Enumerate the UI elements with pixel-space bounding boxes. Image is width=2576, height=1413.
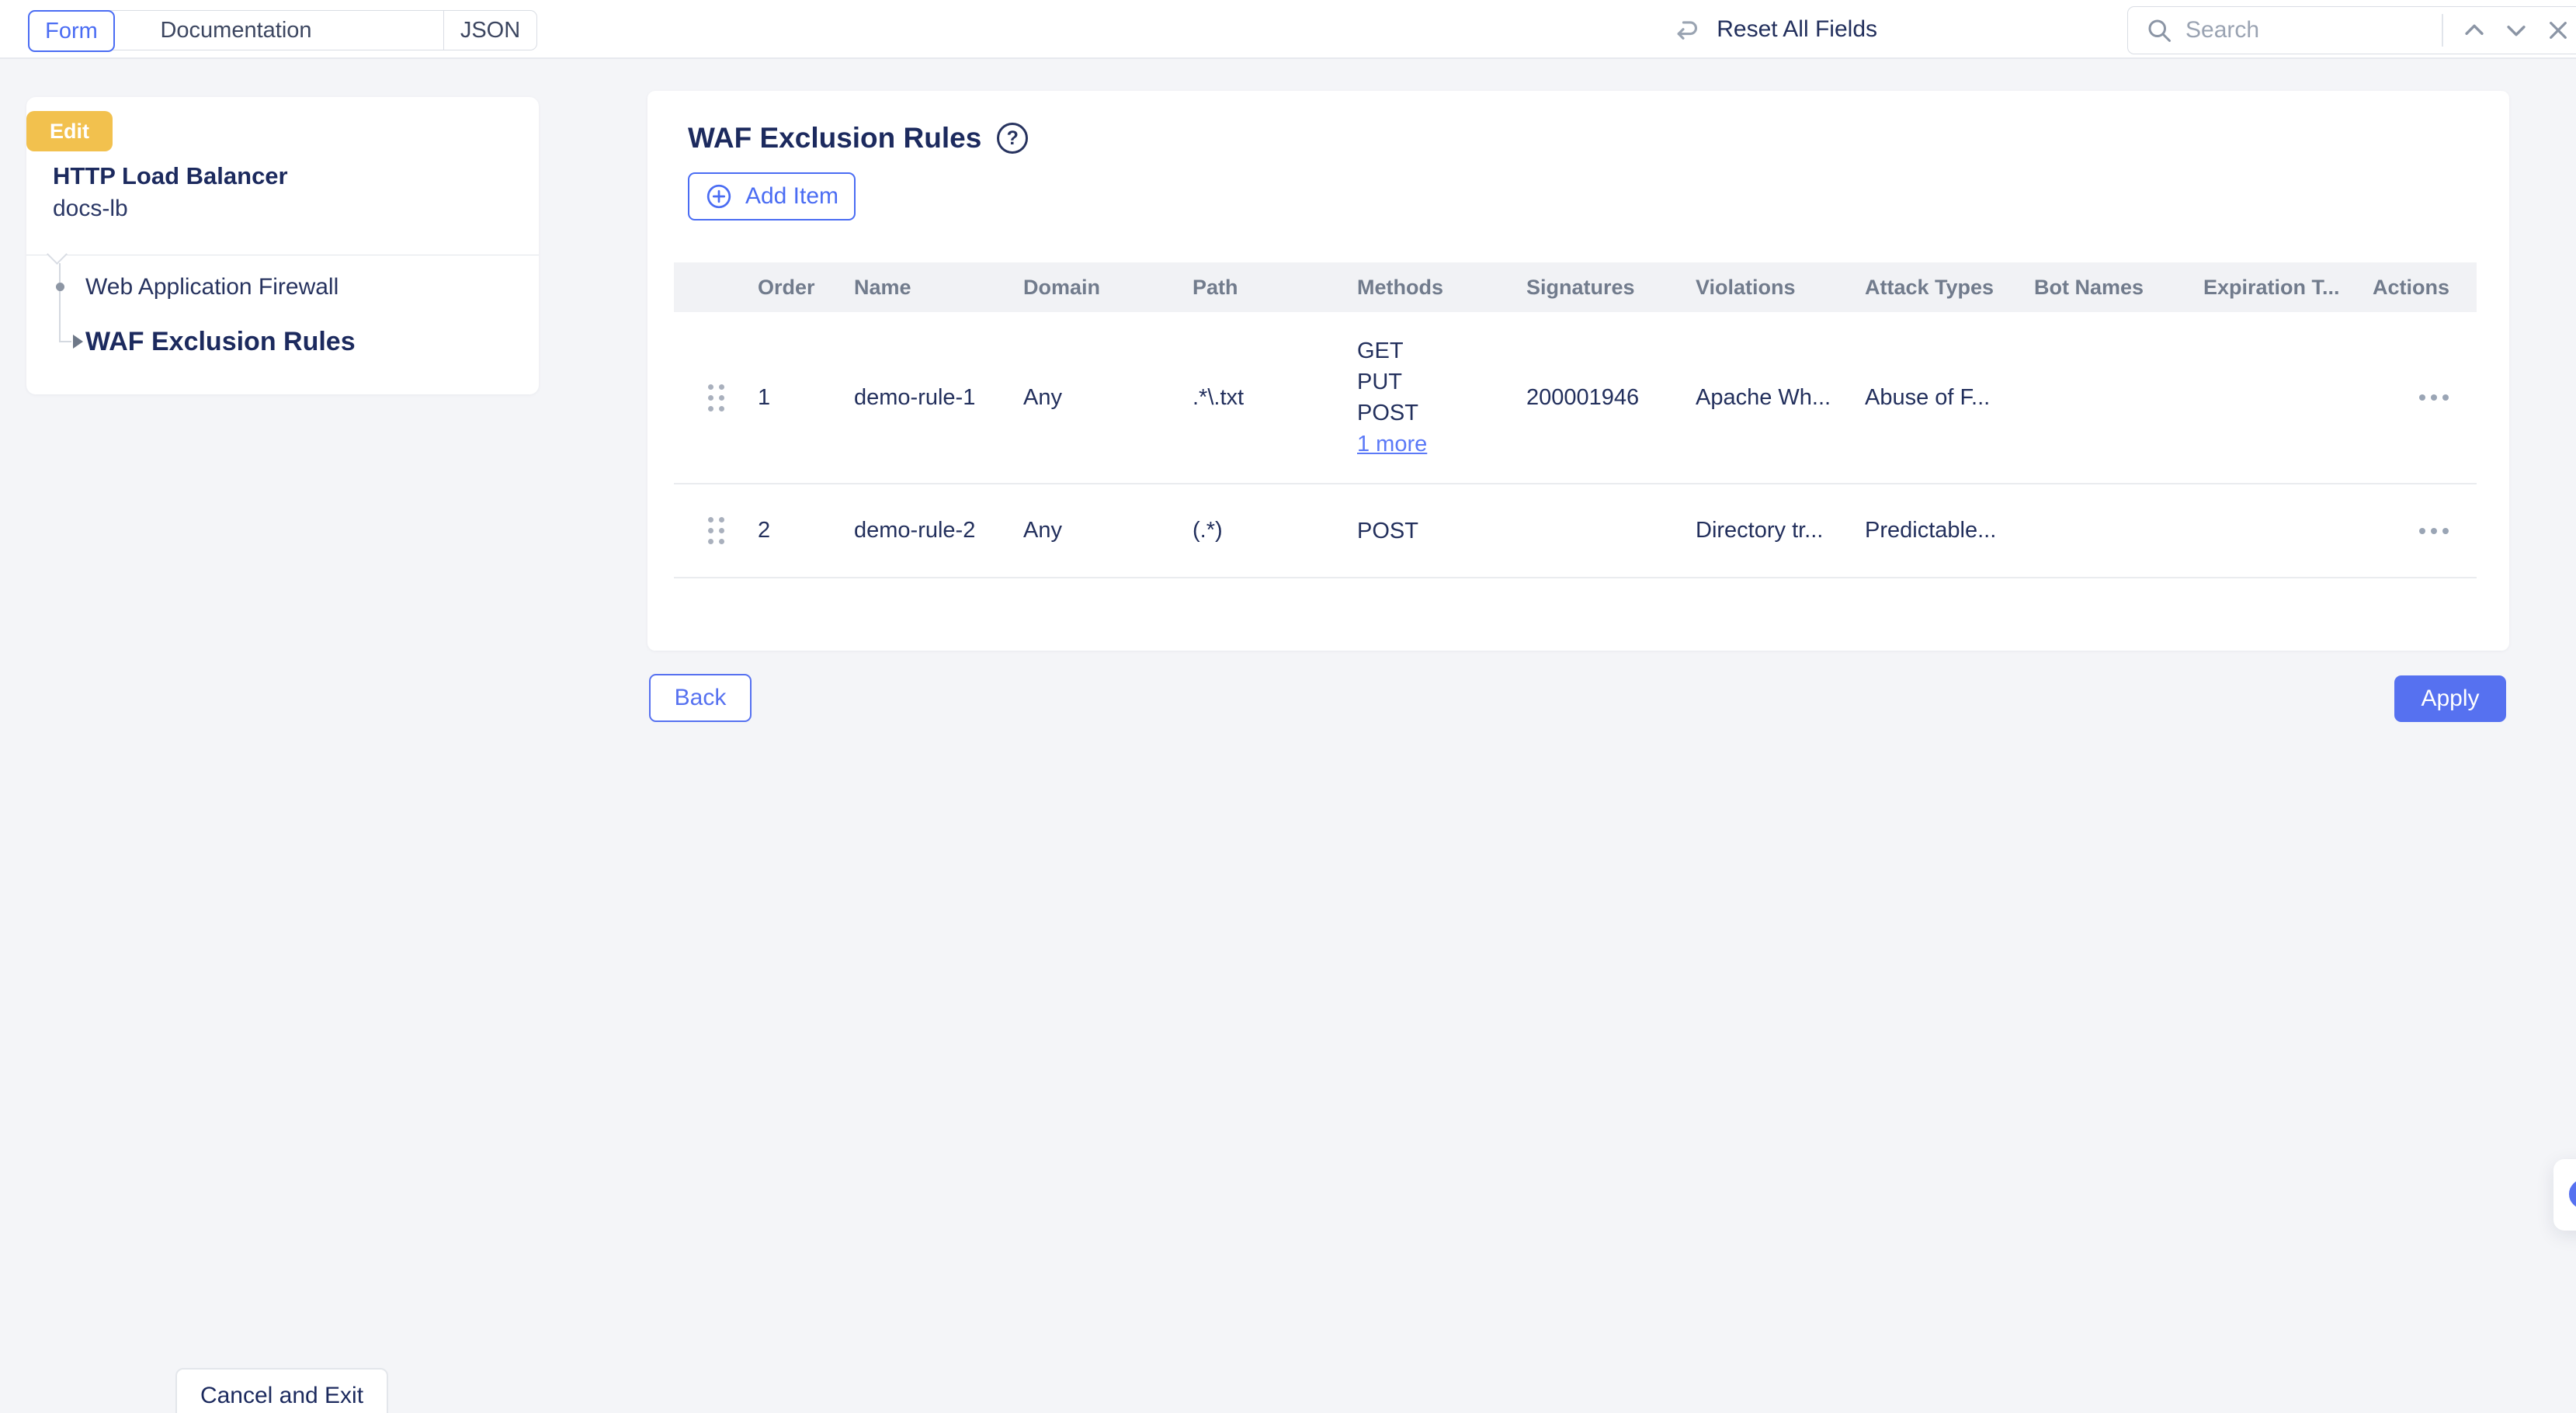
cell-signatures xyxy=(1525,484,1694,577)
table-header-cell: Expiration T... xyxy=(2202,262,2371,312)
drag-handle-icon[interactable] xyxy=(708,384,724,411)
method-label: POST xyxy=(1357,398,1427,429)
tab-json[interactable]: JSON xyxy=(443,11,536,50)
search-prev-button[interactable] xyxy=(2459,15,2490,46)
search-input[interactable] xyxy=(2185,17,2437,43)
table-row: 2demo-rule-2Any(.*)POST Directory tr...Pr… xyxy=(674,484,2477,578)
tree-bullet-icon xyxy=(56,283,64,291)
cell-expiration-timestamp xyxy=(2202,484,2371,577)
search-icon xyxy=(2145,16,2173,44)
app-screen: Form Documentation JSON Reset All Fields xyxy=(0,0,2576,1413)
sidebar-title: HTTP Load Balancer xyxy=(53,162,288,190)
collapse-caret-icon[interactable] xyxy=(47,244,68,265)
table-header-cell: Order xyxy=(756,262,852,312)
cell-attack-types: Abuse of F... xyxy=(1863,312,2033,483)
topbar: Form Documentation JSON Reset All Fields xyxy=(0,0,2576,59)
cell-methods: GETPUTPOST1 more xyxy=(1356,312,1525,483)
page-title: WAF Exclusion Rules xyxy=(688,122,981,154)
table-row: 1demo-rule-1Any.*\.txtGETPUTPOST1 more20… xyxy=(674,312,2477,484)
config-sidebar: Edit HTTP Load Balancer docs-lb Web Appl… xyxy=(26,97,539,394)
sidebar-item-web-application-firewall[interactable]: Web Application Firewall xyxy=(85,274,338,300)
add-item-button[interactable]: Add Item xyxy=(688,172,856,220)
cell-path: (.*) xyxy=(1191,484,1356,577)
tree-connector-elbow xyxy=(59,341,71,342)
back-button[interactable]: Back xyxy=(649,674,752,722)
edit-mode-badge: Edit xyxy=(26,111,113,151)
plus-circle-icon xyxy=(705,182,733,210)
help-widget[interactable] xyxy=(2553,1159,2576,1231)
cell-expiration-timestamp xyxy=(2202,312,2371,483)
row-actions-menu-icon[interactable] xyxy=(2419,394,2449,401)
table-header-cell: Attack Types xyxy=(1863,262,2033,312)
help-widget-logo-icon xyxy=(2569,1179,2576,1209)
reset-icon xyxy=(1673,15,1703,44)
apply-button[interactable]: Apply xyxy=(2394,675,2506,722)
cell-violations: Apache Wh... xyxy=(1694,312,1863,483)
section-heading-row: WAF Exclusion Rules ? xyxy=(688,122,1028,154)
cell-name: demo-rule-1 xyxy=(852,312,1022,483)
search-box xyxy=(2127,6,2576,54)
cell-violations: Directory tr... xyxy=(1694,484,1863,577)
view-mode-tabs: Form Documentation JSON xyxy=(28,10,537,50)
cell-domain: Any xyxy=(1022,484,1191,577)
tab-form[interactable]: Form xyxy=(28,10,115,52)
method-label: GET xyxy=(1357,335,1427,366)
table-header-cell: Signatures xyxy=(1525,262,1694,312)
table-header-cell: Name xyxy=(852,262,1022,312)
drag-handle-icon[interactable] xyxy=(708,517,724,544)
reset-all-fields-label: Reset All Fields xyxy=(1717,16,1877,43)
table-header-cell: Actions xyxy=(2371,262,2477,312)
table-header-cell: Methods xyxy=(1356,262,1525,312)
cell-name: demo-rule-2 xyxy=(852,484,1022,577)
close-icon xyxy=(2546,18,2571,43)
cell-bot-names xyxy=(2033,484,2202,577)
sidebar-item-waf-exclusion-rules[interactable]: WAF Exclusion Rules xyxy=(85,327,356,357)
chevron-up-icon xyxy=(2461,17,2487,43)
exclusion-rules-table: OrderNameDomainPathMethodsSignaturesViol… xyxy=(674,262,2477,578)
cell-attack-types: Predictable... xyxy=(1863,484,2033,577)
chevron-down-icon xyxy=(2503,17,2529,43)
table-body: 1demo-rule-1Any.*\.txtGETPUTPOST1 more20… xyxy=(674,312,2477,578)
sidebar-object-name: docs-lb xyxy=(53,196,128,222)
table-header-cell: Domain xyxy=(1022,262,1191,312)
cancel-and-exit-button[interactable]: Cancel and Exit xyxy=(175,1368,388,1413)
cell-path: .*\.txt xyxy=(1191,312,1356,483)
table-header-drag-column xyxy=(674,262,756,312)
table-header-cell: Path xyxy=(1191,262,1356,312)
reset-all-fields-button[interactable]: Reset All Fields xyxy=(1673,0,1877,59)
cell-order: 1 xyxy=(756,312,852,483)
search-separator xyxy=(2442,14,2443,47)
search-close-button[interactable] xyxy=(2543,15,2574,46)
row-drag-cell xyxy=(674,484,756,577)
table-header-row: OrderNameDomainPathMethodsSignaturesViol… xyxy=(674,262,2477,312)
cell-methods: POST xyxy=(1356,484,1525,577)
tree-connector-line xyxy=(59,263,61,342)
tree-arrow-icon xyxy=(73,335,83,349)
table-header-cell: Bot Names xyxy=(2033,262,2202,312)
row-actions-menu-icon[interactable] xyxy=(2419,528,2449,534)
method-label: POST xyxy=(1357,516,1418,547)
help-icon[interactable]: ? xyxy=(997,123,1028,154)
row-drag-cell xyxy=(674,312,756,483)
add-item-label: Add Item xyxy=(745,183,838,210)
method-label: PUT xyxy=(1357,366,1427,398)
cell-bot-names xyxy=(2033,312,2202,483)
table-header-cell: Violations xyxy=(1694,262,1863,312)
cell-order: 2 xyxy=(756,484,852,577)
methods-more-link[interactable]: 1 more xyxy=(1357,429,1427,460)
waf-exclusion-rules-panel: WAF Exclusion Rules ? Add Item OrderName… xyxy=(647,91,2509,651)
cell-domain: Any xyxy=(1022,312,1191,483)
cell-actions xyxy=(2371,312,2477,483)
search-next-button[interactable] xyxy=(2501,15,2532,46)
cell-signatures: 200001946 xyxy=(1525,312,1694,483)
cell-actions xyxy=(2371,484,2477,577)
